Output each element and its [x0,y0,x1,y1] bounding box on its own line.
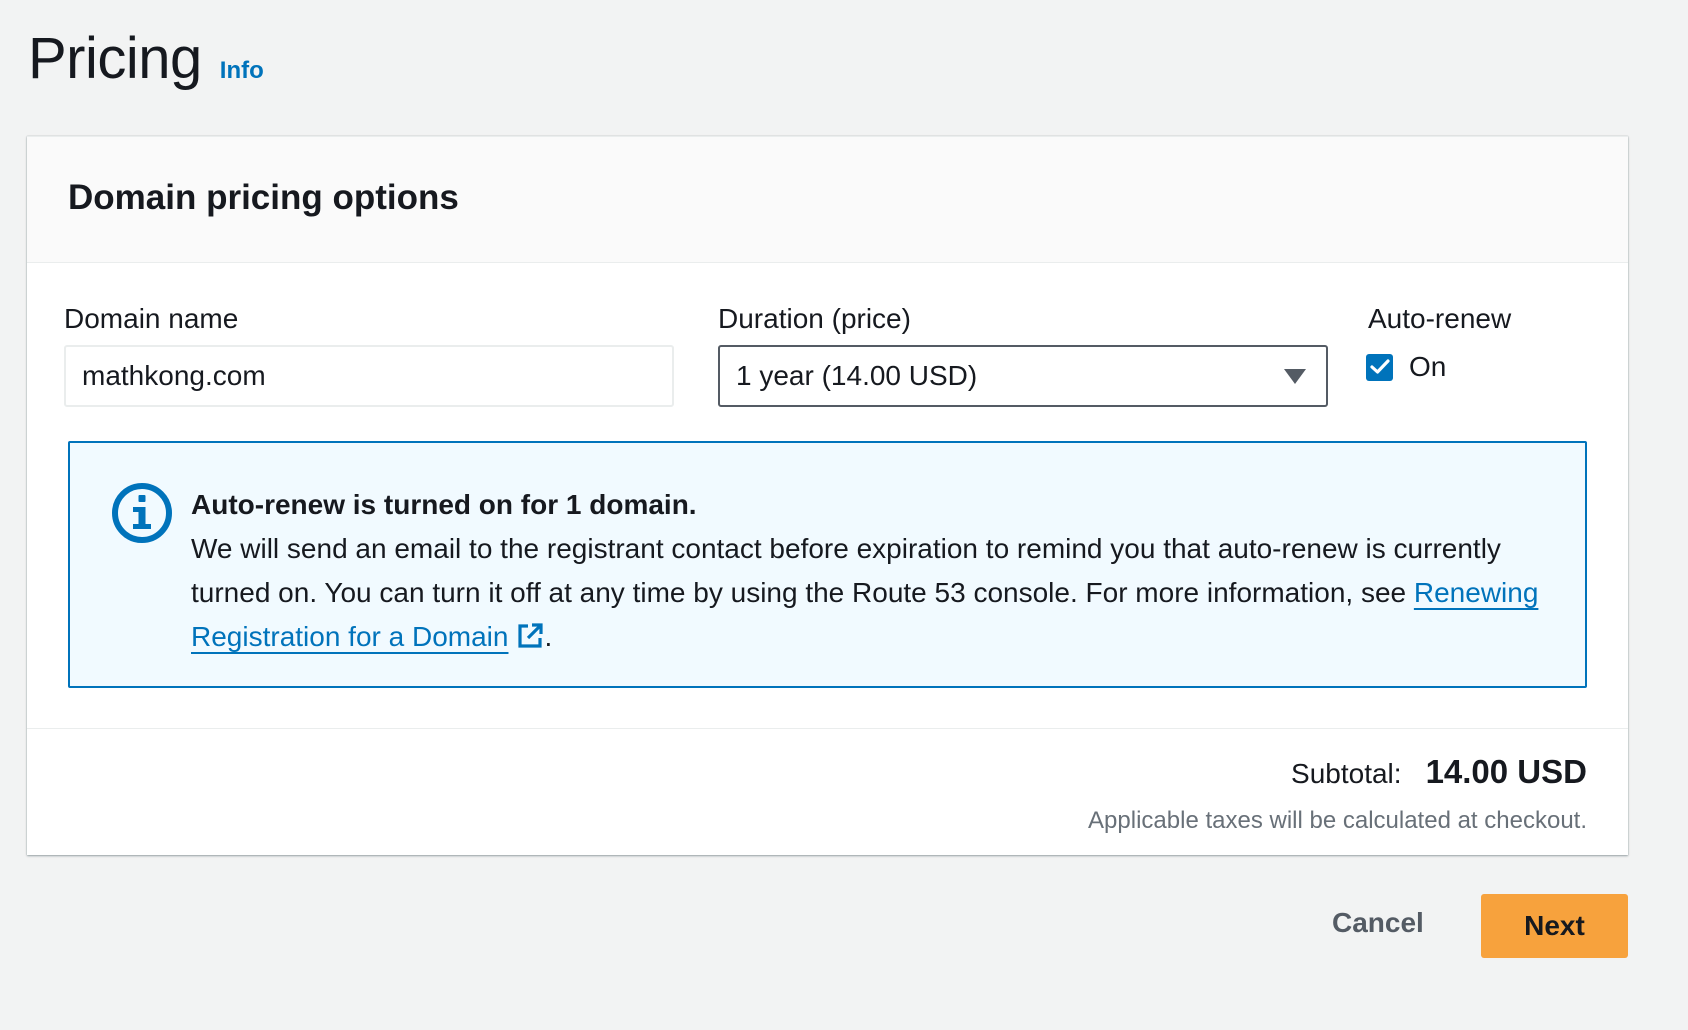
page-title: Pricing [28,26,202,91]
auto-renew-checkbox-row[interactable]: On [1366,351,1446,383]
alert-body-text: We will send an email to the registrant … [191,533,1501,608]
cancel-button[interactable]: Cancel [1332,907,1424,939]
caret-down-icon [1284,368,1306,384]
container-title: Domain pricing options [68,177,459,217]
external-link-icon[interactable] [516,622,544,650]
auto-renew-checkbox[interactable] [1366,353,1393,381]
alert-title: Auto-renew is turned on for 1 domain. [191,489,697,520]
auto-renew-label: Auto-renew [1368,303,1512,334]
domain-pricing-container: Domain pricing options Domain name mathk… [27,136,1628,855]
duration-select[interactable]: 1 year (14.00 USD) [718,345,1328,407]
domain-name-label: Domain name [64,303,239,334]
alert-body: We will send an email to the registrant … [191,527,1561,659]
duration-label: Duration (price) [718,303,911,334]
alert-content: Auto-renew is turned on for 1 domain. We… [191,483,1561,659]
next-button-label: Next [1524,910,1585,941]
info-circle-icon [112,483,172,543]
duration-selected-value: 1 year (14.00 USD) [736,360,978,391]
domain-name-value: mathkong.com [82,360,266,391]
container-footer: Subtotal: 14.00 USD Applicable taxes wil… [27,728,1628,855]
domain-name-input[interactable]: mathkong.com [64,345,674,407]
checkmark-icon [1369,359,1390,374]
tax-note: Applicable taxes will be calculated at c… [1088,807,1587,834]
page-header: Pricing Info [28,24,264,94]
subtotal-value: 14.00 USD [1425,753,1587,790]
container-header: Domain pricing options [27,137,1628,263]
info-link[interactable]: Info [220,57,264,85]
auto-renew-checkbox-label: On [1409,351,1447,382]
alert-trailing-period: . [544,621,553,652]
subtotal-row: Subtotal: 14.00 USD [1291,753,1587,791]
auto-renew-info-alert: Auto-renew is turned on for 1 domain. We… [68,441,1587,688]
next-button[interactable]: Next [1481,894,1628,958]
subtotal-label: Subtotal: [1291,758,1402,789]
